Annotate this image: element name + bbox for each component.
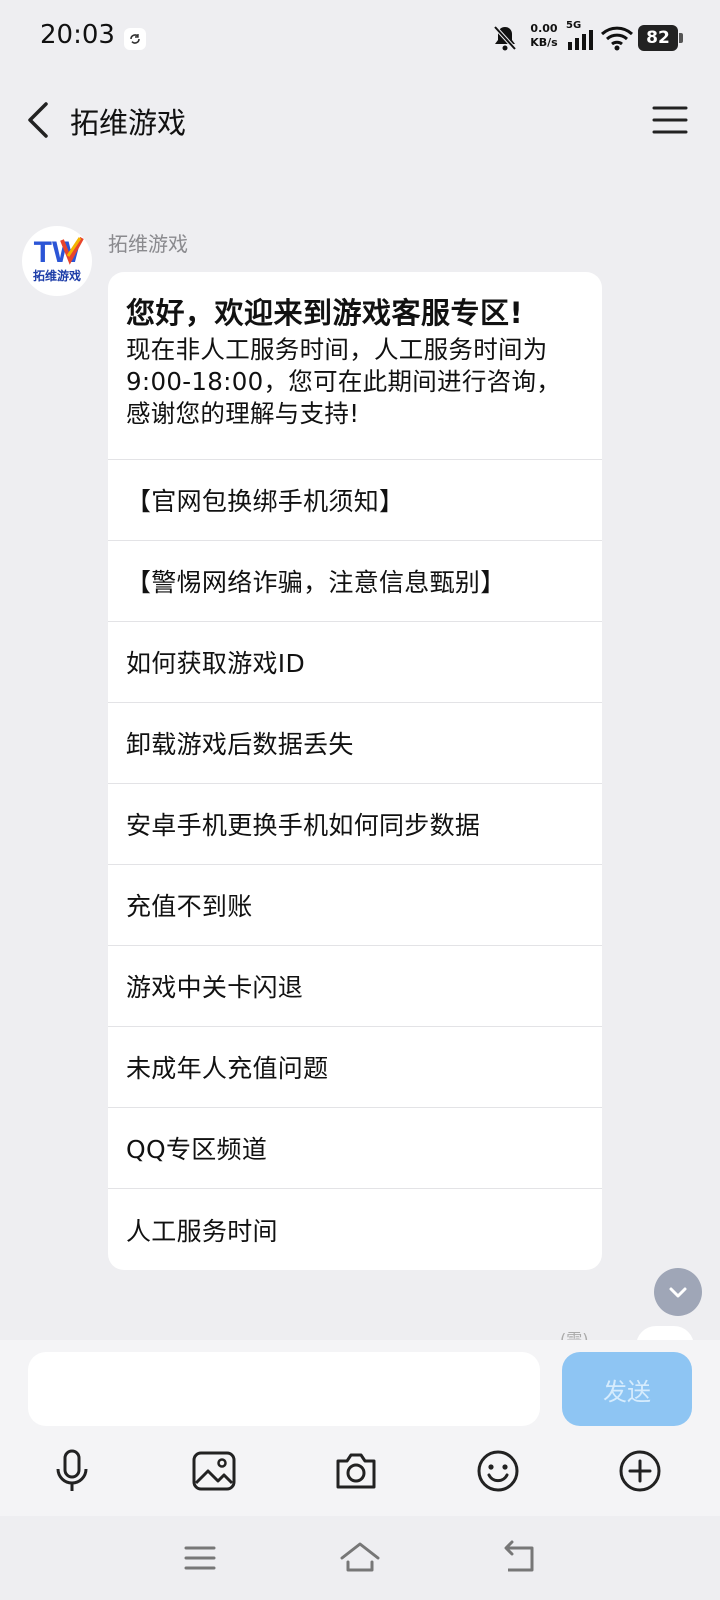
- emoji-icon: [477, 1450, 519, 1492]
- recent-apps-button[interactable]: [178, 1538, 222, 1578]
- message-body: 现在非人工服务时间，人工服务时间为9:00-18:00，您可在此期间进行咨询，感…: [126, 335, 562, 428]
- image-button[interactable]: [188, 1446, 240, 1496]
- status-bar: 20:03 0.00 KB/s 5G 82: [0, 0, 720, 78]
- cellular-signal-icon: [566, 24, 596, 52]
- quick-reply-item[interactable]: 人工服务时间: [108, 1189, 602, 1270]
- message-bubble: 您好，欢迎来到游戏客服专区! 现在非人工服务时间，人工服务时间为9:00-18:…: [108, 272, 602, 1270]
- more-button[interactable]: [614, 1446, 666, 1496]
- wifi-icon: [600, 24, 634, 52]
- quick-reply-item[interactable]: 卸载游戏后数据丢失: [108, 703, 602, 784]
- quick-reply-item[interactable]: 充值不到账: [108, 865, 602, 946]
- back-button[interactable]: [498, 1538, 542, 1578]
- net-speed-value: 0.00: [530, 22, 558, 35]
- recents-icon: [184, 1546, 216, 1570]
- camera-button[interactable]: [330, 1446, 382, 1496]
- battery-indicator: 82: [638, 25, 683, 51]
- camera-icon: [336, 1453, 376, 1489]
- quick-reply-item[interactable]: QQ专区频道: [108, 1108, 602, 1189]
- net-speed-unit: KB/s: [530, 36, 558, 49]
- quick-reply-item[interactable]: 游戏中关卡闪退: [108, 946, 602, 1027]
- image-icon: [192, 1451, 236, 1491]
- home-icon: [340, 1542, 380, 1572]
- hamburger-menu-icon[interactable]: [650, 100, 690, 140]
- sender-name: 拓维游戏: [108, 232, 188, 256]
- emoji-button[interactable]: [472, 1446, 524, 1496]
- network-speed: 0.00 KB/s: [524, 22, 564, 50]
- send-button[interactable]: 发送: [562, 1352, 692, 1426]
- message-header: 您好，欢迎来到游戏客服专区! 现在非人工服务时间，人工服务时间为9:00-18:…: [108, 272, 602, 460]
- back-nav-icon: [504, 1540, 534, 1572]
- avatar-sub-text: 拓维游戏: [33, 268, 81, 283]
- message-input[interactable]: [28, 1352, 540, 1426]
- message-title: 您好，欢迎来到游戏客服专区!: [126, 296, 524, 330]
- voice-button[interactable]: [46, 1446, 98, 1496]
- quick-reply-item[interactable]: 未成年人充值问题: [108, 1027, 602, 1108]
- back-arrow-icon[interactable]: [20, 96, 60, 144]
- sync-icon: [124, 28, 146, 50]
- avatar[interactable]: TW 拓维游戏: [22, 226, 92, 296]
- bell-off-icon: [492, 24, 518, 52]
- home-button[interactable]: [338, 1538, 382, 1578]
- quick-reply-item[interactable]: 【官网包换绑手机须知】: [108, 460, 602, 541]
- scroll-to-bottom-button[interactable]: [654, 1268, 702, 1316]
- plus-circle-icon: [619, 1450, 661, 1492]
- page-title: 拓维游戏: [70, 106, 187, 140]
- quick-reply-item[interactable]: 安卓手机更换手机如何同步数据: [108, 784, 602, 865]
- microphone-icon: [56, 1449, 88, 1491]
- tw-logo-icon: TW 拓维游戏: [33, 236, 84, 283]
- quick-reply-item[interactable]: 【警惕网络诈骗，注意信息甄别】: [108, 541, 602, 622]
- chevron-down-icon: [669, 1287, 687, 1298]
- status-time: 20:03: [40, 20, 115, 50]
- quick-reply-item[interactable]: 如何获取游戏ID: [108, 622, 602, 703]
